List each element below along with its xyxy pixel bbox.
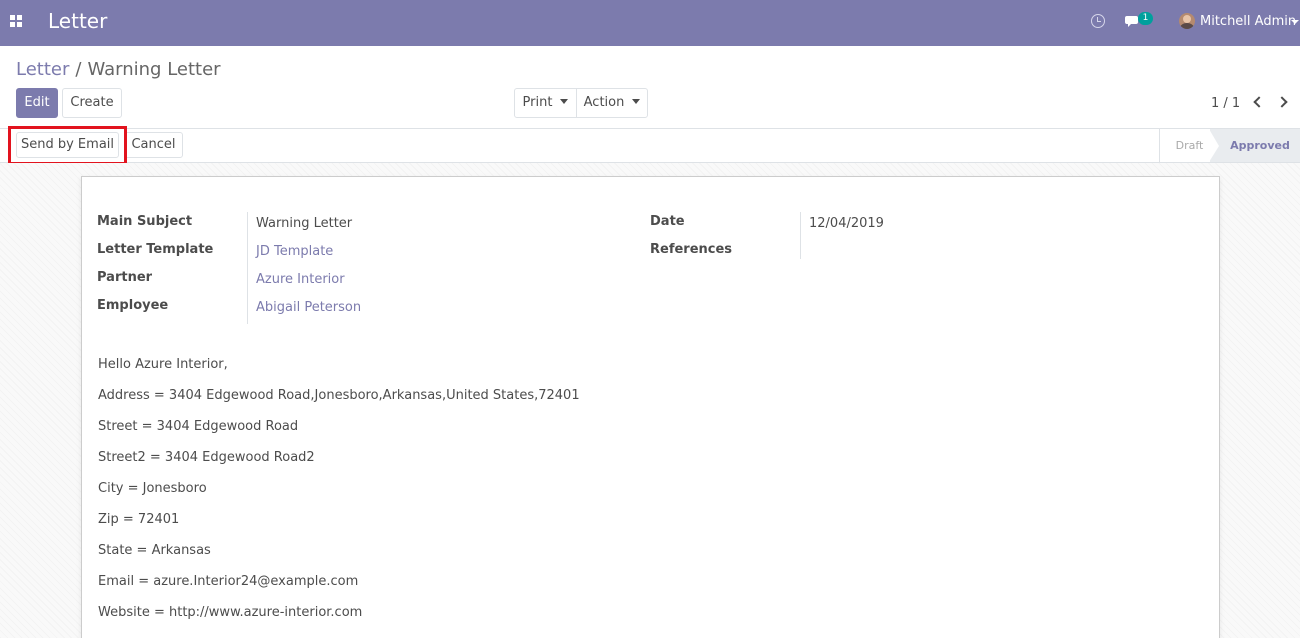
stage-approved[interactable]: Approved bbox=[1210, 129, 1300, 162]
app-title[interactable]: Letter bbox=[48, 9, 107, 33]
field-link-employee[interactable]: Abigail Peterson bbox=[256, 300, 361, 315]
activity-clock-icon[interactable] bbox=[1091, 14, 1105, 28]
action-chevron-down-icon bbox=[632, 99, 641, 104]
create-button[interactable]: Create bbox=[62, 88, 122, 118]
stage-separator-arrow bbox=[1209, 129, 1219, 162]
letter-body-line: Website = http://www.azure-interior.com bbox=[98, 605, 363, 620]
breadcrumb-separator: / bbox=[75, 59, 82, 80]
breadcrumb-parent-link[interactable]: Letter bbox=[16, 59, 69, 80]
letter-body-line: Hello Azure Interior, bbox=[98, 357, 228, 372]
breadcrumb-current: Warning Letter bbox=[87, 59, 221, 80]
cancel-button[interactable]: Cancel bbox=[124, 132, 183, 158]
letter-body-line: Street = 3404 Edgewood Road bbox=[98, 419, 299, 434]
field-label-letter-template: Letter Template bbox=[97, 242, 214, 257]
top-navbar: Letter 1 Mitchell Admin bbox=[0, 0, 1300, 46]
user-avatar[interactable] bbox=[1179, 13, 1195, 29]
field-label-date: Date bbox=[650, 214, 685, 229]
breadcrumb: Letter / Warning Letter bbox=[16, 59, 221, 80]
field-value-main-subject: Warning Letter bbox=[256, 216, 353, 231]
pager-next-icon[interactable] bbox=[1276, 96, 1288, 108]
print-chevron-down-icon bbox=[560, 99, 569, 104]
apps-menu-icon[interactable] bbox=[10, 15, 23, 28]
field-value-date: 12/04/2019 bbox=[809, 216, 884, 231]
field-label-partner: Partner bbox=[97, 270, 153, 285]
user-menu-chevron-down-icon[interactable] bbox=[1291, 20, 1299, 24]
field-label-main-subject: Main Subject bbox=[97, 214, 193, 229]
action-button-label: Action bbox=[583, 95, 625, 110]
letter-body-line: Address = 3404 Edgewood Road,Jonesboro,A… bbox=[98, 388, 580, 403]
pager-previous-icon[interactable] bbox=[1253, 96, 1265, 108]
letter-body-line: Zip = 72401 bbox=[98, 512, 180, 527]
letter-body-line: Street2 = 3404 Edgewood Road2 bbox=[98, 450, 315, 465]
letter-body-line: Email = azure.Interior24@example.com bbox=[98, 574, 359, 589]
user-menu-name[interactable]: Mitchell Admin bbox=[1200, 14, 1296, 29]
field-link-letter-template[interactable]: JD Template bbox=[256, 244, 333, 259]
highlight-annotation-box bbox=[8, 126, 127, 165]
pager-value[interactable]: 1 / 1 bbox=[1211, 96, 1240, 111]
field-label-references: References bbox=[650, 242, 733, 257]
left-group-divider bbox=[247, 212, 248, 324]
letter-body-line: State = Arkansas bbox=[98, 543, 211, 558]
field-label-employee: Employee bbox=[97, 298, 169, 313]
edit-button[interactable]: Edit bbox=[16, 88, 58, 118]
form-statusbar: Draft Approved bbox=[0, 128, 1300, 163]
letter-body-line: City = Jonesboro bbox=[98, 481, 207, 496]
field-link-partner[interactable]: Azure Interior bbox=[256, 272, 345, 287]
messages-count-badge: 1 bbox=[1138, 12, 1153, 25]
action-dropdown-button[interactable]: Action bbox=[576, 88, 648, 118]
print-dropdown-button[interactable]: Print bbox=[514, 88, 577, 118]
print-button-label: Print bbox=[522, 95, 553, 110]
right-group-divider bbox=[800, 212, 801, 259]
